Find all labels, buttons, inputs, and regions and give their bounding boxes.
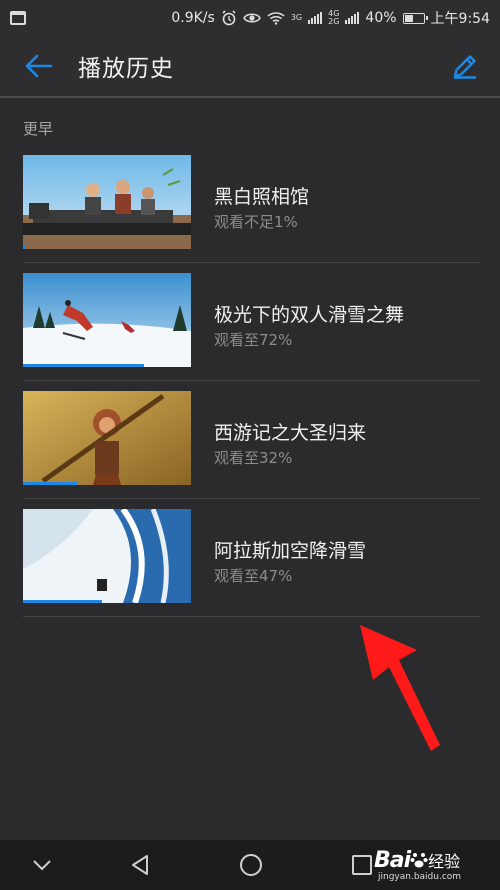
section-label: 更早	[23, 120, 54, 138]
signal-2-icon	[345, 12, 360, 24]
chevron-down-icon	[33, 860, 51, 871]
history-item[interactable]: 阿拉斯加空降滑雪 观看至47%	[0, 499, 500, 617]
back-button[interactable]	[0, 35, 78, 97]
video-title: 黑白照相馆	[214, 186, 310, 208]
watch-progress-text: 观看至32%	[214, 449, 293, 467]
baidu-watermark: Bai 经验 jingyan.baidu.com	[374, 848, 494, 886]
video-title: 极光下的双人滑雪之舞	[214, 304, 405, 326]
watermark-logo: Bai	[374, 848, 411, 873]
signal-1-icon	[308, 12, 323, 24]
calendar-icon	[10, 11, 26, 25]
square-recent-icon	[352, 855, 372, 875]
history-item[interactable]: 西游记之大圣归来 观看至32%	[0, 381, 500, 499]
status-bar: 0.9K/s 3G 4G 2G 40% 上午9:54	[0, 0, 500, 36]
watch-progress-text: 观看不足1%	[214, 213, 298, 231]
divider	[23, 616, 480, 617]
circle-home-icon	[240, 854, 262, 876]
video-thumbnail	[23, 391, 191, 485]
nav-home-button[interactable]	[236, 850, 266, 880]
watermark-suffix: 经验	[428, 852, 461, 871]
network-speed: 0.9K/s	[171, 10, 215, 26]
edit-button[interactable]	[430, 35, 500, 97]
app-bar: 播放历史	[0, 36, 500, 98]
pencil-icon	[453, 55, 476, 79]
watch-progress-bar	[23, 364, 144, 367]
paw-icon	[410, 853, 428, 868]
video-thumbnail	[23, 509, 191, 603]
history-item[interactable]: 黑白照相馆 观看不足1%	[0, 145, 500, 263]
history-list: 黑白照相馆 观看不足1% 极光下的双人滑雪之舞 观看至72% 西游记之大圣归来 …	[0, 145, 500, 617]
alarm-icon	[222, 10, 236, 26]
battery-icon	[402, 12, 428, 24]
nav-back-button[interactable]	[125, 850, 155, 880]
watch-progress-bar	[23, 482, 77, 485]
collapse-button[interactable]	[27, 850, 57, 880]
watch-progress-bar	[23, 246, 25, 249]
watch-progress-text: 观看至47%	[214, 567, 293, 585]
clock: 上午9:54	[430, 11, 490, 27]
video-title: 阿拉斯加空降滑雪	[214, 540, 367, 562]
video-title: 西游记之大圣归来	[214, 422, 367, 444]
wifi-icon	[267, 12, 285, 25]
net-type-2: 4G 2G	[328, 9, 340, 26]
net-type-1: 3G	[290, 13, 303, 22]
arrow-left-icon	[25, 54, 53, 78]
annotation-arrow-icon	[360, 625, 440, 751]
watch-progress-text: 观看至72%	[214, 331, 293, 349]
triangle-back-icon	[132, 855, 148, 875]
eye-icon	[242, 13, 261, 23]
video-thumbnail	[23, 155, 191, 249]
history-item[interactable]: 极光下的双人滑雪之舞 观看至72%	[0, 263, 500, 381]
watermark-url: jingyan.baidu.com	[378, 872, 462, 882]
watch-progress-bar	[23, 600, 102, 603]
nav-recent-button[interactable]	[347, 850, 377, 880]
page-title: 播放历史	[78, 56, 174, 82]
battery-percent: 40%	[365, 10, 397, 26]
video-thumbnail	[23, 273, 191, 367]
